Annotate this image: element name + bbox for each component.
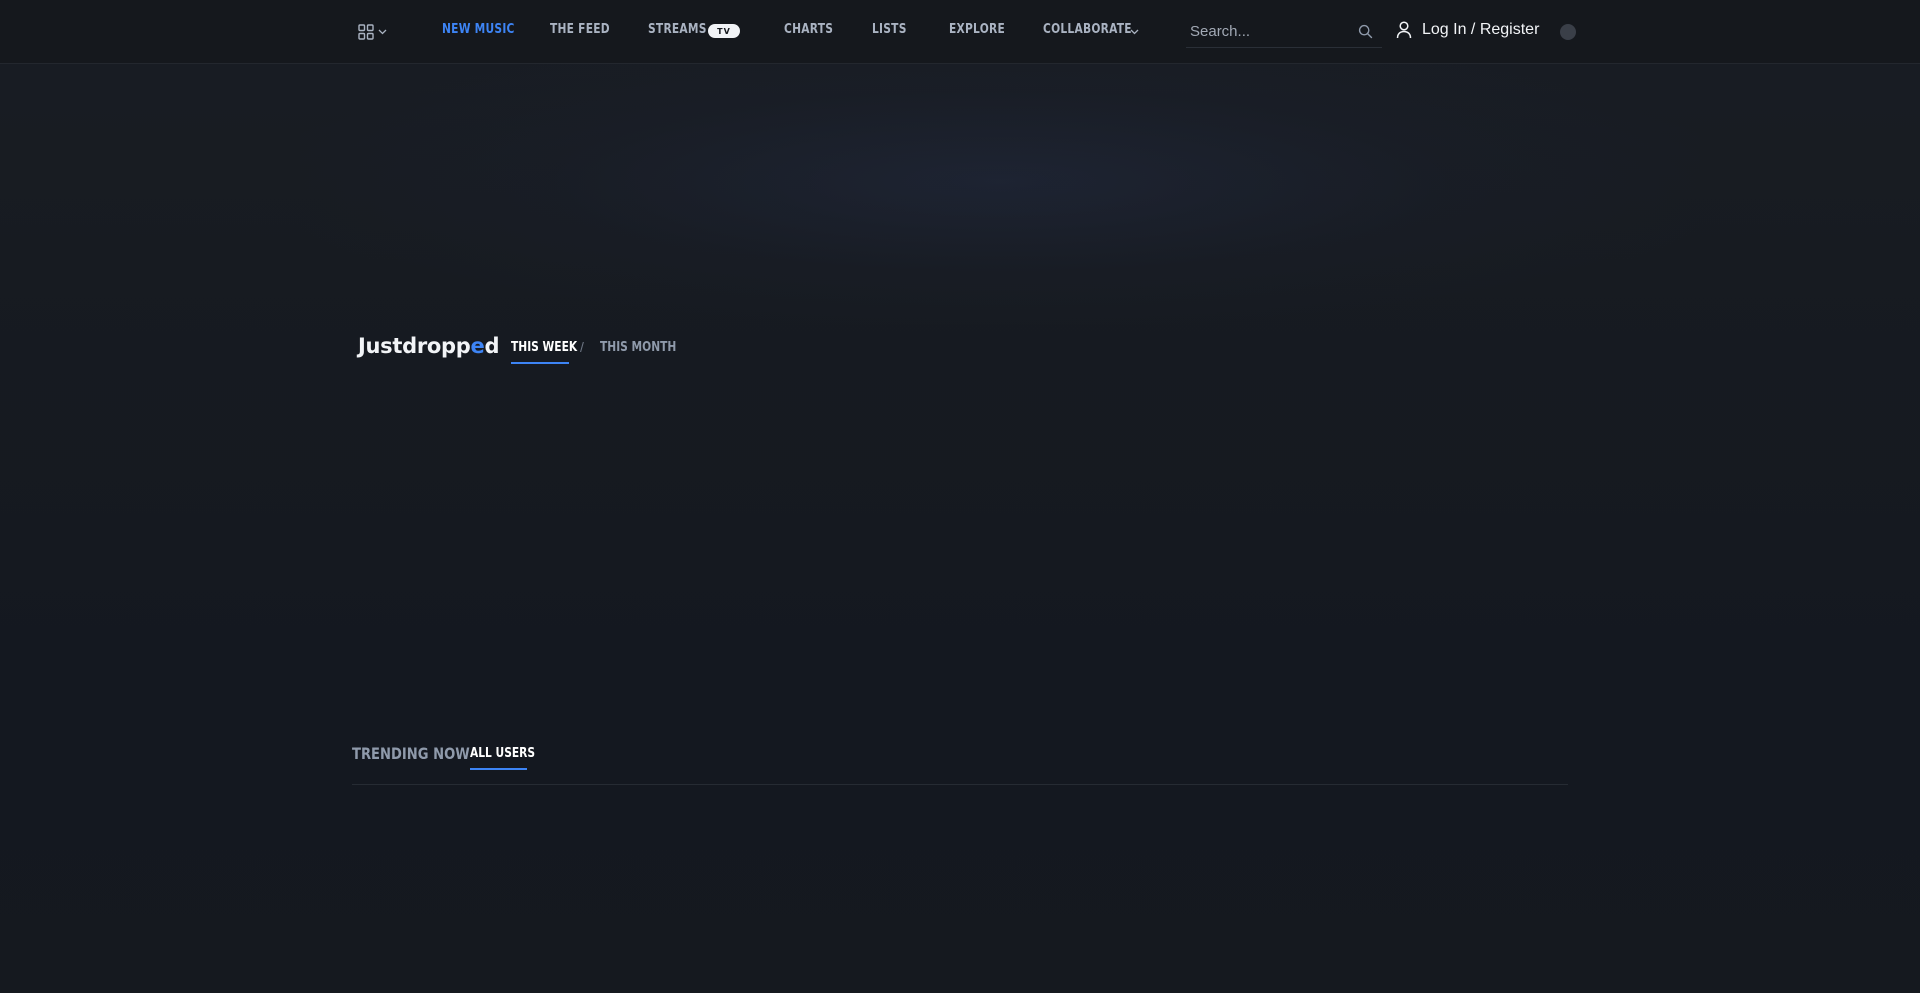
logo-text-end: d (484, 334, 500, 358)
nav-link-collaborate[interactable]: Collaborate (1043, 22, 1132, 37)
tab-this-week[interactable]: This Week (511, 340, 577, 361)
grid-icon (358, 24, 374, 40)
theme-toggle[interactable] (1560, 24, 1576, 40)
new-releases-header: Justdropped This Week / This Month (358, 334, 1058, 368)
tab-all-users[interactable]: All Users (470, 746, 535, 761)
active-tab-indicator (470, 768, 527, 770)
hero-background (300, 64, 1700, 324)
apps-menu-button[interactable] (358, 22, 394, 42)
nav-link-new-music[interactable]: New Music (442, 22, 515, 37)
page: New Music The Feed Streams TV Charts Lis… (0, 0, 1920, 993)
tab-separator: / (580, 339, 584, 355)
chevron-down-icon (378, 29, 387, 35)
user-icon (1396, 21, 1412, 39)
top-navigation: New Music The Feed Streams TV Charts Lis… (0, 0, 1920, 64)
nav-link-charts[interactable]: Charts (784, 22, 833, 37)
active-tab-indicator (511, 362, 569, 364)
chevron-down-icon (1130, 29, 1139, 35)
nav-inner: New Music The Feed Streams TV Charts Lis… (352, 0, 1582, 63)
nav-link-the-feed[interactable]: The Feed (550, 22, 610, 37)
trending-now-section: Trending Now All Users (352, 740, 1568, 785)
search-icon[interactable] (1358, 24, 1373, 39)
logo-headphone-letter: e (470, 334, 485, 358)
login-register-label: Log In / Register (1422, 21, 1540, 38)
tab-this-month[interactable]: This Month (600, 340, 676, 361)
nav-link-lists[interactable]: Lists (872, 22, 907, 37)
nav-link-streams[interactable]: Streams (648, 22, 707, 37)
trending-title: Trending Now (352, 744, 470, 763)
login-register-button[interactable]: Log In / Register (1396, 21, 1539, 39)
logo-text-start: Justdropp (358, 334, 471, 358)
justdropped-logo: Justdropped (358, 334, 499, 358)
streams-tv-badge: TV (708, 24, 740, 38)
search-input[interactable] (1186, 17, 1350, 45)
nav-link-explore[interactable]: Explore (949, 22, 1005, 37)
search-box (1186, 17, 1382, 48)
